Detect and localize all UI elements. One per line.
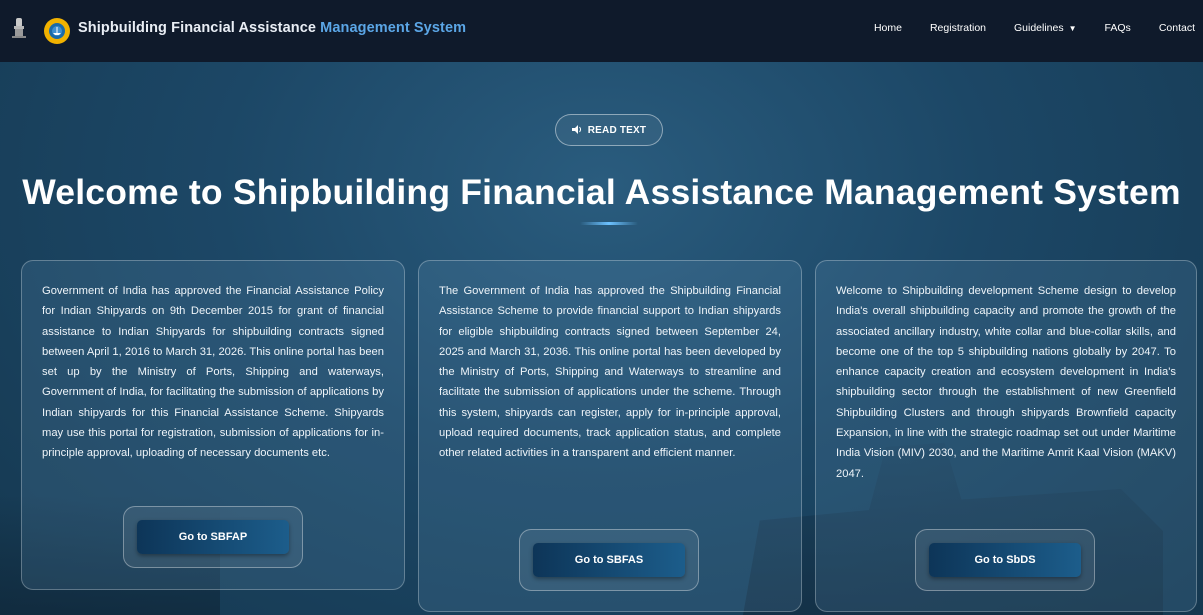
button-frame-sbds: Go to SbDS	[915, 529, 1095, 591]
ministry-logo-icon	[44, 18, 70, 44]
top-navbar: Shipbuilding Financial Assistance Manage…	[0, 0, 1203, 62]
card-description: Welcome to Shipbuilding development Sche…	[836, 285, 1176, 480]
nav-home[interactable]: Home	[874, 22, 902, 34]
read-text-button[interactable]: READ TEXT	[555, 114, 663, 146]
go-to-sbfap-button[interactable]: Go to SBFAP	[137, 520, 289, 554]
nav-contact[interactable]: Contact	[1159, 22, 1195, 34]
speaker-icon	[571, 124, 582, 136]
page-headline: Welcome to Shipbuilding Financial Assist…	[22, 172, 1181, 212]
site-title[interactable]: Shipbuilding Financial Assistance Manage…	[78, 20, 466, 36]
site-title-accent: Management System	[320, 20, 467, 36]
nav-registration[interactable]: Registration	[930, 22, 986, 34]
button-frame-sbfap: Go to SBFAP	[123, 506, 303, 568]
site-title-main: Shipbuilding Financial Assistance	[78, 20, 321, 36]
chevron-down-icon: ▼	[1068, 24, 1077, 33]
card-description: The Government of India has approved the…	[439, 285, 781, 460]
national-emblem-icon	[8, 11, 30, 45]
nav-faqs[interactable]: FAQs	[1105, 22, 1131, 34]
go-to-sbfas-button[interactable]: Go to SBFAS	[533, 543, 685, 577]
main-nav: Home Registration Guidelines ▼ FAQs Conta…	[846, 22, 1195, 34]
card-description: Government of India has approved the Fin…	[42, 285, 384, 460]
button-frame-sbfas: Go to SBFAS	[519, 529, 699, 591]
nav-guidelines-label: Guidelines	[1014, 22, 1064, 34]
go-to-sbds-button[interactable]: Go to SbDS	[929, 543, 1081, 577]
headline-underline	[580, 222, 638, 225]
read-text-label: READ TEXT	[587, 124, 647, 136]
nav-guidelines[interactable]: Guidelines ▼	[1014, 22, 1077, 34]
